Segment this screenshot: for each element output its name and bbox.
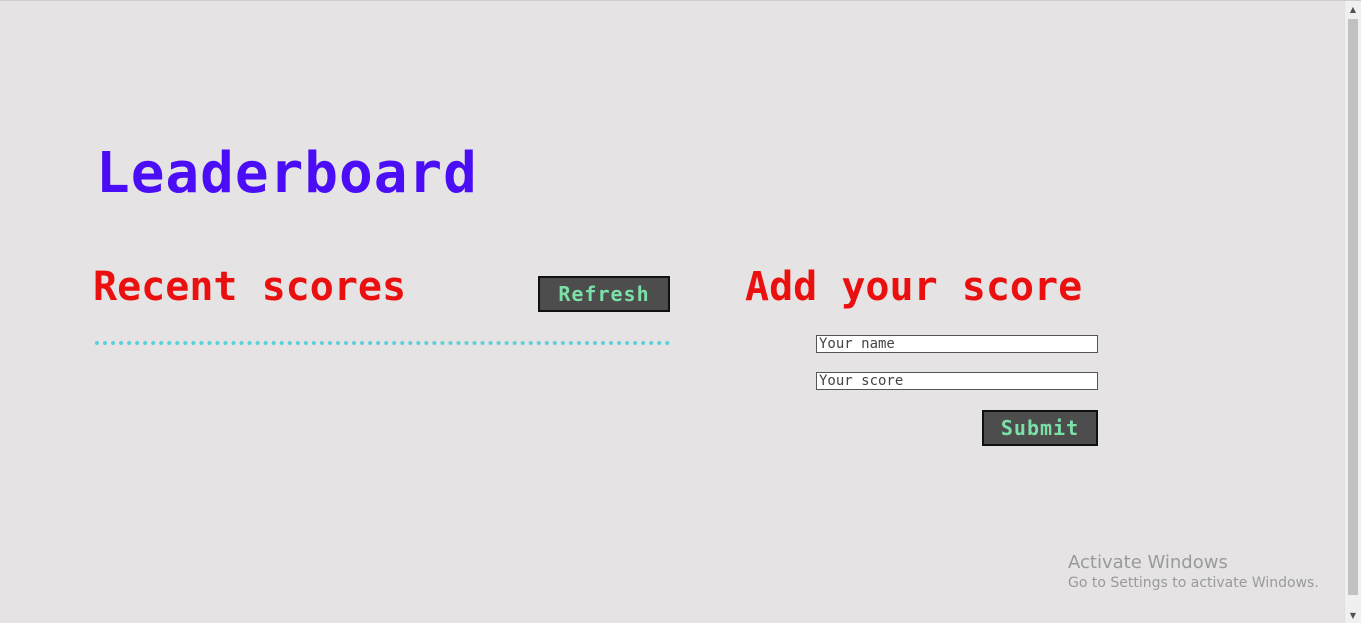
scores-list bbox=[95, 341, 670, 345]
watermark-title: Activate Windows bbox=[1068, 552, 1228, 573]
submit-button[interactable]: Submit bbox=[982, 410, 1098, 446]
page: Leaderboard Recent scores Refresh Add yo… bbox=[0, 0, 1361, 623]
score-input[interactable] bbox=[816, 372, 1098, 390]
scroll-down-arrow-icon[interactable]: ▼ bbox=[1345, 607, 1361, 623]
scrollbar-thumb[interactable] bbox=[1348, 19, 1358, 595]
scroll-up-arrow-icon[interactable]: ▲ bbox=[1345, 1, 1361, 18]
vertical-scrollbar[interactable]: ▲ ▼ bbox=[1344, 1, 1361, 623]
watermark-subtitle: Go to Settings to activate Windows. bbox=[1068, 575, 1319, 591]
name-input[interactable] bbox=[816, 335, 1098, 353]
activate-windows-watermark: Activate Windows Go to Settings to activ… bbox=[1068, 552, 1319, 591]
refresh-button[interactable]: Refresh bbox=[538, 276, 670, 312]
recent-scores-heading: Recent scores bbox=[93, 264, 407, 310]
add-score-heading: Add your score bbox=[745, 264, 1083, 310]
page-title: Leaderboard bbox=[96, 141, 478, 206]
